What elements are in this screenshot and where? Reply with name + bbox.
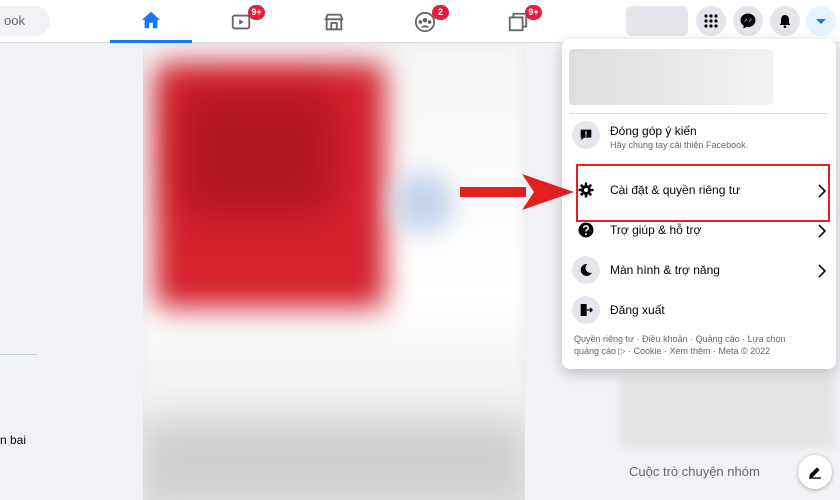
profile-card[interactable]	[569, 49, 773, 105]
menu-item-label: Đăng xuất	[610, 303, 665, 317]
marketplace-icon	[324, 13, 344, 30]
menu-footer-links[interactable]: Quyền riêng tư · Điều khoản · Quảng cáo …	[574, 333, 824, 357]
menu-item-logout[interactable]: Đăng xuất	[570, 294, 832, 330]
tab-groups[interactable]: 2	[384, 0, 466, 43]
footer-line-2[interactable]: quảng cáo ▷ · Cookie · Xem thêm · Meta ©…	[574, 345, 824, 357]
blurred-contacts	[620, 378, 835, 448]
account-button[interactable]	[806, 6, 836, 36]
menu-divider	[570, 113, 828, 114]
search-text: ook	[4, 13, 25, 28]
news-feed	[143, 43, 525, 500]
messenger-icon	[740, 13, 756, 29]
grid-icon	[704, 14, 718, 28]
new-message-button[interactable]	[798, 455, 832, 489]
highlight-box	[576, 164, 830, 222]
top-navigation-bar: ook 9+ 2 9+	[0, 0, 840, 43]
notifications-button[interactable]	[770, 6, 800, 36]
profile-shortcut[interactable]	[626, 6, 688, 36]
search-input[interactable]: ook	[0, 6, 50, 36]
logout-icon	[572, 296, 600, 324]
watch-badge: 9+	[248, 5, 265, 20]
group-chats-heading: Cuộc trò chuyện nhóm	[629, 464, 760, 479]
blurred-post	[143, 423, 525, 500]
sidebar-divider	[0, 354, 37, 355]
home-icon	[141, 11, 161, 29]
menu-item-label: Màn hình & trợ năng	[610, 263, 720, 277]
blurred-story-detail	[183, 93, 333, 213]
tab-home[interactable]	[110, 0, 192, 43]
sidebar-item-label[interactable]: n bai	[0, 433, 26, 447]
bell-icon	[779, 15, 791, 28]
blurred-avatar	[393, 173, 453, 233]
pointer-arrow-icon	[460, 174, 574, 210]
moon-icon	[572, 256, 600, 284]
gaming-badge: 9+	[525, 5, 542, 20]
tab-gaming[interactable]: 9+	[477, 0, 559, 43]
tab-watch[interactable]: 9+	[200, 0, 282, 43]
compose-icon	[809, 467, 821, 479]
feedback-icon	[572, 121, 600, 149]
menu-item-label: Trợ giúp & hỗ trợ	[610, 223, 702, 237]
messenger-button[interactable]	[733, 6, 763, 36]
menu-item-label: Đóng góp ý kiến	[610, 124, 697, 138]
menu-button[interactable]	[696, 6, 726, 36]
chevron-right-icon	[818, 264, 827, 278]
menu-item-display-accessibility[interactable]: Màn hình & trợ năng	[570, 254, 832, 290]
left-sidebar: n bai	[0, 43, 143, 500]
menu-item-feedback[interactable]: Đóng góp ý kiến Hãy chung tay cải thiện …	[570, 119, 832, 155]
menu-item-subtitle: Hãy chung tay cải thiện Facebook.	[610, 140, 749, 150]
footer-line-1[interactable]: Quyền riêng tư · Điều khoản · Quảng cáo …	[574, 333, 824, 345]
groups-badge: 2	[432, 5, 449, 20]
tab-marketplace[interactable]	[293, 0, 375, 43]
caret-down-icon	[816, 19, 826, 24]
chevron-right-icon	[818, 224, 827, 238]
